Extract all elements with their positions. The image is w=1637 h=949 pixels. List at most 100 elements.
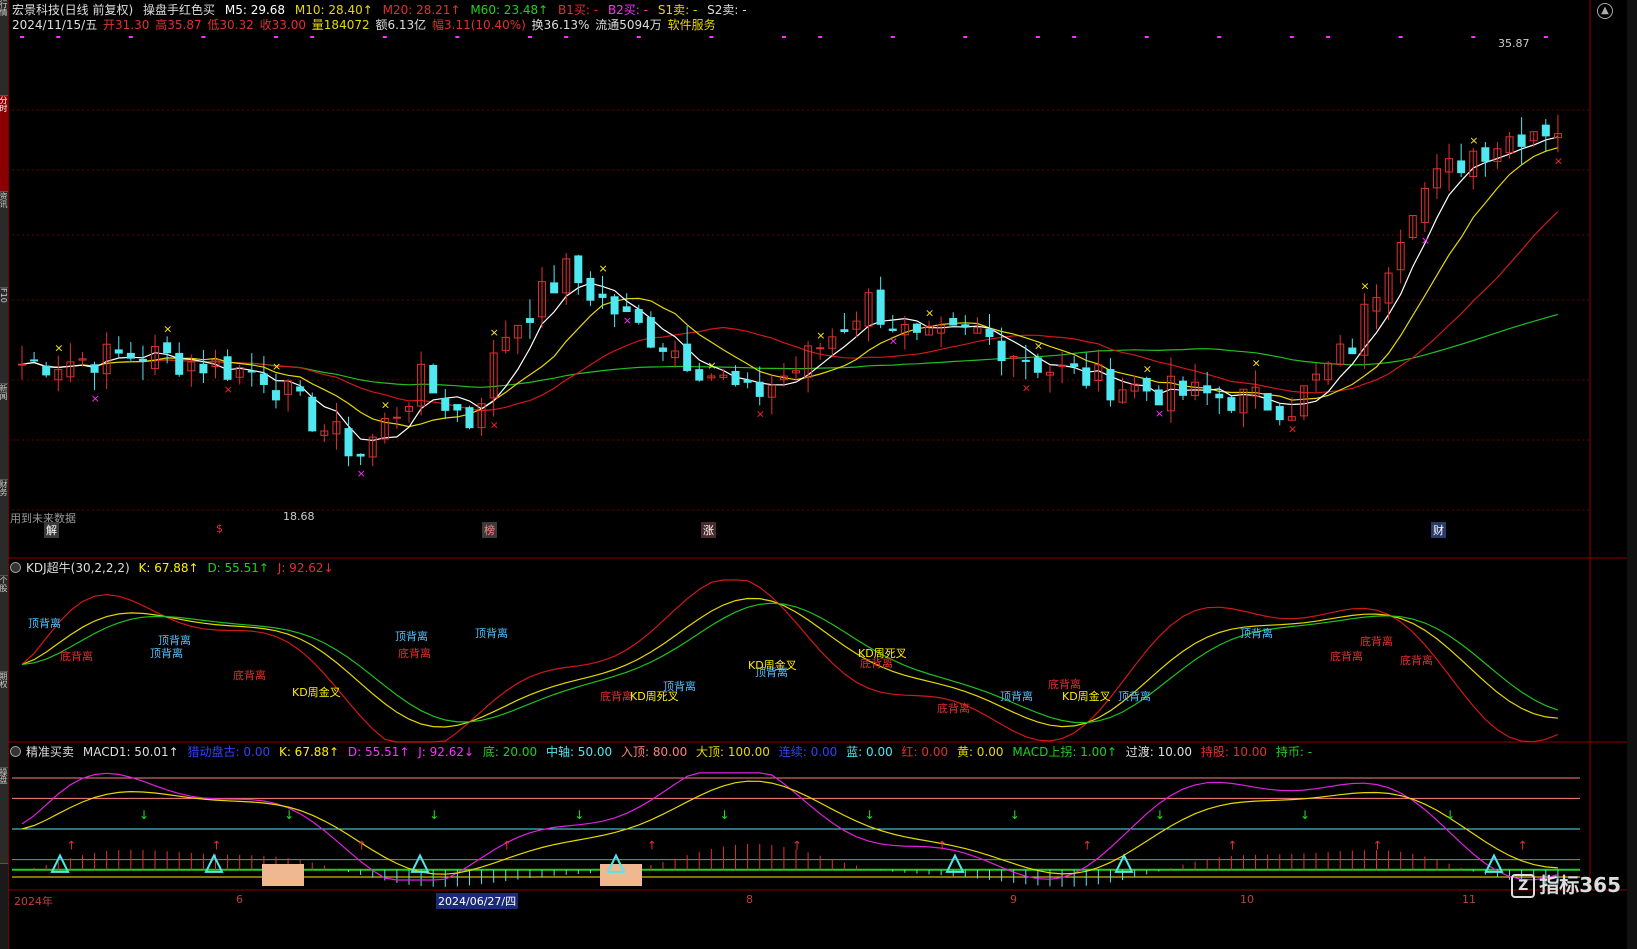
kdj-signal-label: 底背离 [600,690,633,703]
candle-body [1070,363,1079,367]
candle-body [1179,380,1187,396]
candle-body [610,296,619,315]
signal-block [262,864,304,886]
event-marker-jie[interactable]: 解 [44,522,59,538]
signal-dash [382,36,387,38]
b-lan: 蓝: 0.00 [846,745,893,759]
candle-body [755,381,764,397]
kdj-signal-label: 底背离 [1330,650,1363,663]
b-chibi: 持币: - [1275,745,1313,759]
b-hong: 红: 0.00 [901,745,949,759]
kdj-name[interactable]: KDJ超牛(30,2,2,2) [26,561,130,575]
xaxis-label-11: 11 [1462,893,1476,906]
candle-body [1021,359,1030,362]
candle-body [90,364,99,373]
candle-body [876,289,885,325]
b-ruding: 入顶: 80.00 [621,745,688,759]
event-marker-dollar[interactable]: $ [214,522,225,535]
candle-body [731,370,740,385]
signal-dash [310,36,315,38]
signal-dash [1398,36,1403,38]
candle-body [646,317,655,348]
candle-body [441,397,450,411]
b-k: K: 67.88↑ [278,745,340,759]
signal-arrow: ↑ [502,838,512,852]
b-macdup: MACD上拐: 1.00↑ [1012,745,1117,759]
candle-body [138,358,147,362]
kdj-signal-label: KD周金叉 [1062,690,1111,703]
xaxis-label-8: 8 [746,893,753,906]
candle-body [1481,147,1490,162]
b-chigu: 持股: 10.00 [1200,745,1268,759]
bottom-panel-title: 精准买卖 MACD1: 50.01↑ 猎动盘古: 0.00 K: 67.88↑ … [10,745,1317,759]
b-guodu: 过渡: 10.00 [1125,745,1193,759]
candle-body [1203,385,1212,394]
signal-dash [1289,36,1294,38]
panel-settings-icon[interactable] [10,562,21,573]
sell-marker: × [599,262,608,275]
candle-body [574,255,583,284]
event-marker-zhang[interactable]: 涨 [701,522,716,538]
kdj-signal-label: 底背离 [860,657,893,670]
future-data-note: 用到未来数据 [10,512,76,525]
candle-body [1033,357,1042,373]
sell-marker: × [163,322,172,335]
signal-dash [273,36,278,38]
candle-body [1348,347,1357,355]
ma20-line [21,210,1559,412]
signal-dash [890,36,895,38]
signal-dash [709,36,714,38]
b-huang: 黄: 0.00 [956,745,1004,759]
kdj-signal-label: 底背离 [60,650,93,663]
signal-arrow: ↓ [284,808,294,822]
b-dading: 大顶: 100.00 [696,745,770,759]
candle-body [695,369,704,381]
sell-marker: × [816,329,825,342]
candle-body [888,328,897,331]
candle-body [658,347,667,352]
candle-body [126,352,135,359]
signal-arrow: ↑ [647,838,657,852]
panel-settings-icon[interactable] [10,746,21,757]
sell-marker: × [925,307,934,320]
candle-body [1457,160,1466,174]
candle-body [840,329,849,333]
buy-marker: × [91,392,100,405]
high-price-label: 35.87 [1498,37,1530,50]
signal-dash [1217,36,1222,38]
zhu: 猎动盘古: 0.00 [187,745,271,759]
buy-marker: × [490,418,499,431]
bottom-k-line [21,780,1558,875]
kdj-signal-label: 底背离 [233,669,266,682]
candle-body [997,340,1006,362]
bottom-name[interactable]: 精准买卖 [26,745,74,759]
signal-dash [1326,36,1331,38]
candle-body [1154,389,1163,406]
signal-dash [1072,36,1077,38]
candle-body [356,453,365,457]
buy-marker: × [1022,381,1031,394]
kdj-signal-label: 顶背离 [475,627,508,640]
sell-marker: × [1469,134,1478,147]
signal-dash [527,36,532,38]
candle-body [175,352,184,375]
sell-marker: × [1252,356,1261,369]
event-marker-bang[interactable]: 榜 [482,522,497,538]
chart-canvas[interactable]: × × × × × × × × × × × × × × × × × × × × × × × × × × ↑ ↓ ↑ ↓ ↑ ↓ ↑ ↓ ↑ ↓ ↑ ↓ ↑ ↓… [0,0,1637,949]
sell-marker: × [381,399,390,412]
xaxis-cursor-date: 2024/06/27/四 [436,893,519,909]
xaxis-label-10: 10 [1240,893,1254,906]
candle-body [259,373,268,385]
candle-body [247,370,256,373]
buy-marker: × [623,314,632,327]
low-price-label: 18.68 [283,510,315,523]
candle-body [18,363,26,366]
sell-marker: × [54,342,63,355]
event-marker-cai[interactable]: 财 [1431,522,1446,538]
signal-dash [455,36,460,38]
kdj-signal-label: 底背离 [398,647,431,660]
brand-logo: Z 指标365 [1511,869,1621,898]
sell-marker: × [490,326,499,339]
candle-body [1275,406,1284,421]
xaxis-label-6: 6 [236,893,243,906]
